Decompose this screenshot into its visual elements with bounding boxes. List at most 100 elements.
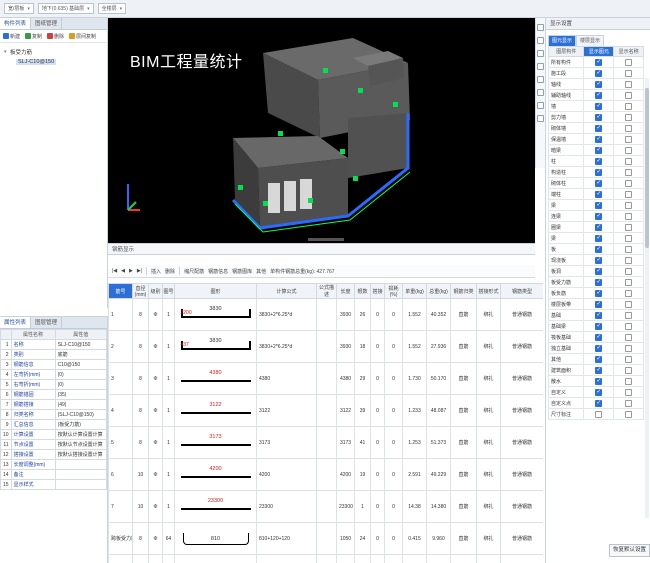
rebar-cell-code[interactable]: 64	[162, 522, 175, 555]
rebar-cell-d[interactable]: 8	[132, 298, 149, 331]
prop-tab-1[interactable]: 图层管理	[31, 317, 63, 328]
display-row[interactable]: 梁	[547, 232, 644, 244]
rebar-cell-grade[interactable]: Φ	[148, 298, 163, 331]
show-element-checkbox[interactable]	[595, 366, 603, 374]
show-name-cell[interactable]	[613, 100, 644, 112]
rebar-cell-d[interactable]: 8	[132, 554, 149, 563]
show-element-cell[interactable]	[583, 364, 615, 376]
rebar-row[interactable]: 跨板受力筋.18Φ64810810+120+120105024000.4159.…	[108, 522, 543, 555]
show-name-cell[interactable]	[613, 375, 644, 387]
show-name-checkbox[interactable]	[625, 245, 633, 253]
show-element-checkbox[interactable]	[595, 91, 603, 99]
pan-icon[interactable]	[537, 37, 544, 44]
show-name-cell[interactable]	[613, 386, 644, 398]
rebar-cell-lapform[interactable]: 绑扎	[476, 362, 501, 395]
rebar-cell-total[interactable]: 50.170	[426, 362, 451, 395]
show-element-checkbox[interactable]	[595, 146, 603, 154]
display-row[interactable]: 辅助轴线	[547, 89, 644, 101]
show-element-cell[interactable]	[583, 265, 615, 277]
rebar-cell-code[interactable]: 1	[162, 362, 175, 395]
show-name-checkbox[interactable]	[625, 410, 633, 418]
show-element-cell[interactable]	[583, 56, 615, 68]
show-element-checkbox[interactable]	[595, 223, 603, 231]
rebar-row[interactable]: 1 8 Φ 1 2200 3830 3830+2*6.25*d 3930 26 0 0 1.552 40…	[108, 298, 543, 331]
rebar-cell-cat[interactable]: 直筋	[450, 298, 477, 331]
show-name-checkbox[interactable]	[625, 157, 633, 165]
rebar-cell-code[interactable]: 64	[162, 554, 175, 563]
show-element-checkbox[interactable]	[595, 256, 603, 264]
display-row[interactable]: 独立基础	[547, 342, 644, 354]
show-element-checkbox[interactable]	[595, 58, 603, 66]
show-element-checkbox[interactable]	[595, 201, 603, 209]
show-name-checkbox[interactable]	[625, 399, 633, 407]
rebar-cell-count[interactable]: 41	[354, 426, 371, 459]
rebar-cell-type[interactable]: 普通钢筋	[500, 298, 543, 331]
rebar-cell-loss[interactable]: 0	[384, 554, 403, 563]
rebar-cell-grade[interactable]: Φ	[148, 458, 163, 491]
rebar-cell-cat[interactable]: 直筋	[450, 394, 477, 427]
display-row[interactable]: 砌体墙	[547, 122, 644, 134]
show-name-cell[interactable]	[613, 342, 644, 354]
show-name-checkbox[interactable]	[625, 355, 633, 363]
rebar-cell-lap[interactable]: 0	[370, 394, 385, 427]
rebar-row[interactable]: 2 8 Φ 1 437 3830 3830+2*6.25*d 3930 18 0 0 1.552 27.…	[108, 330, 543, 363]
rebar-cell-loss[interactable]: 0	[384, 522, 403, 555]
rebar-cell-len[interactable]: 3930	[336, 330, 355, 363]
rebar-cell-formula[interactable]: 4380	[256, 362, 317, 395]
grid-toolbar-item-7[interactable]: 钢筋信息	[208, 268, 228, 275]
show-element-checkbox[interactable]	[595, 333, 603, 341]
rebar-cell-count[interactable]: 19	[354, 458, 371, 491]
display-row[interactable]: 现浇板	[547, 254, 644, 266]
rebar-cell-formula[interactable]: 3830+2*6.25*d	[256, 330, 317, 363]
show-element-checkbox[interactable]	[595, 135, 603, 143]
show-element-cell[interactable]	[583, 111, 615, 123]
cube-view-icon[interactable]	[537, 63, 544, 70]
property-row[interactable]: 9 汇总信息 (板受力筋)	[0, 419, 108, 430]
show-element-checkbox[interactable]	[595, 102, 603, 110]
rebar-cell-unit[interactable]: 0.415	[402, 554, 427, 563]
rebar-cell-count[interactable]: 24	[354, 522, 371, 555]
rebar-cell-total[interactable]: 51.373	[426, 426, 451, 459]
rebar-cell-unit[interactable]: 1.730	[402, 362, 427, 395]
display-row[interactable]: 施工段	[547, 67, 644, 79]
property-val[interactable]	[54, 469, 108, 480]
show-element-cell[interactable]	[583, 155, 615, 167]
display-row[interactable]: 梁	[547, 199, 644, 211]
show-name-cell[interactable]	[613, 166, 644, 178]
rebar-cell-count[interactable]: 18	[354, 330, 371, 363]
display-row[interactable]: 柱	[547, 155, 644, 167]
rebar-cell-formula[interactable]: 3830+2*6.25*d	[256, 298, 317, 331]
rebar-cell-cat[interactable]: 直筋	[450, 554, 477, 563]
rebar-cell-lap[interactable]: 0	[370, 490, 385, 523]
rebar-cell-code[interactable]: 1	[162, 394, 175, 427]
show-name-cell[interactable]	[613, 111, 644, 123]
show-element-cell[interactable]	[583, 144, 615, 156]
floor-select-2[interactable]: 全楼层 ▾	[97, 3, 127, 14]
show-element-checkbox[interactable]	[595, 234, 603, 242]
show-name-cell[interactable]	[613, 232, 644, 244]
measure-icon[interactable]	[537, 102, 544, 109]
property-row[interactable]: 3 钢筋信息 C10@150	[0, 359, 108, 370]
display-row[interactable]: 基础梁	[547, 320, 644, 332]
show-element-checkbox[interactable]	[595, 399, 603, 407]
rebar-cell-type[interactable]: 普通钢筋	[500, 522, 543, 555]
show-element-checkbox[interactable]	[595, 212, 603, 220]
show-element-checkbox[interactable]	[595, 355, 603, 363]
rebar-row[interactable]: 3 8 Φ 1 4380 4380 4380 29 0 0 1.730 50.170 直筋 绑扎 普通钢筋	[108, 362, 543, 395]
show-element-checkbox[interactable]	[595, 311, 603, 319]
display-row[interactable]: 其他	[547, 353, 644, 365]
display-row[interactable]: 保温墙	[547, 133, 644, 145]
show-name-checkbox[interactable]	[625, 333, 633, 341]
show-name-checkbox[interactable]	[625, 388, 633, 396]
show-name-cell[interactable]	[613, 144, 644, 156]
display-row[interactable]: 构造柱	[547, 166, 644, 178]
property-row[interactable]: 7 钢筋搭接 (49)	[0, 399, 108, 410]
zoom-icon[interactable]	[537, 50, 544, 57]
rebar-cell-type[interactable]: 普通钢筋	[500, 458, 543, 491]
rebar-cell-unit[interactable]: 2.591	[402, 458, 427, 491]
show-name-cell[interactable]	[613, 298, 644, 310]
grid-toolbar-item-6[interactable]: 缩尺配筋	[184, 268, 204, 275]
show-name-cell[interactable]	[613, 122, 644, 134]
rebar-cell-count[interactable]: 29	[354, 362, 371, 395]
rebar-cell-count[interactable]: 26	[354, 298, 371, 331]
